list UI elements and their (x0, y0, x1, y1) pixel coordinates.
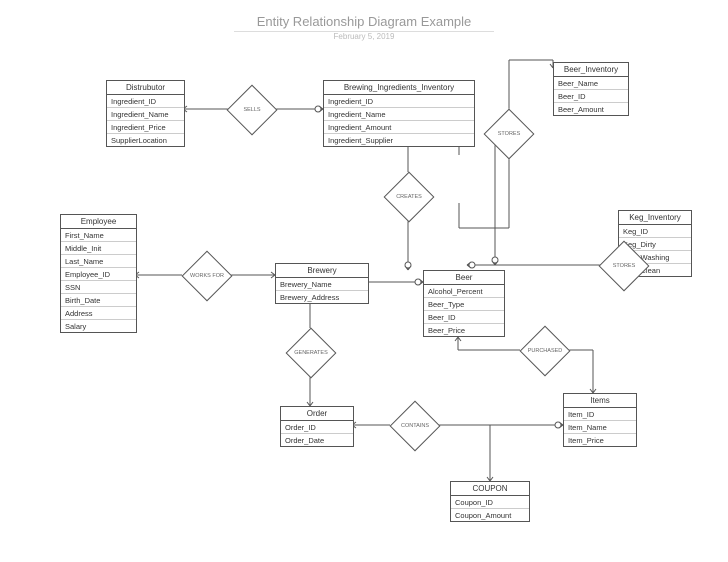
rel-label: STORES (613, 263, 636, 269)
rel-generates: GENERATES (286, 328, 337, 379)
entity-attr: Ingredient_Name (107, 108, 184, 121)
diagram-title: Entity Relationship Diagram Example (234, 14, 494, 32)
entity-attr: Salary (61, 320, 136, 332)
entity-attr: Item_Name (564, 421, 636, 434)
entity-attr: Beer_Type (424, 298, 504, 311)
entity-attr: SupplierLocation (107, 134, 184, 146)
entity-header: Items (564, 394, 636, 408)
entity-header: Order (281, 407, 353, 421)
entity-attr: Beer_ID (554, 90, 628, 103)
rel-label: CREATES (396, 194, 422, 200)
entity-attr: Beer_Amount (554, 103, 628, 115)
entity-attr: Beer_Name (554, 77, 628, 90)
entity-attr: Coupon_Amount (451, 509, 529, 521)
rel-stores-beer: STORES (484, 109, 535, 160)
entity-attr: First_Name (61, 229, 136, 242)
entity-attr: Employee_ID (61, 268, 136, 281)
rel-purchased: PURCHASED (520, 326, 571, 377)
rel-label: STORES (498, 131, 521, 137)
entity-attr: Beer_Price (424, 324, 504, 336)
rel-label: SELLS (243, 107, 260, 113)
entity-attr: Order_Date (281, 434, 353, 446)
entity-beer-inventory: Beer_Inventory Beer_Name Beer_ID Beer_Am… (553, 62, 629, 116)
rel-label: WORKS FOR (190, 273, 224, 279)
entity-items: Items Item_ID Item_Name Item_Price (563, 393, 637, 447)
rel-works-for: WORKS FOR (182, 251, 233, 302)
entity-attr: Alcohol_Percent (424, 285, 504, 298)
entity-header: Brewery (276, 264, 368, 278)
entity-attr: Item_ID (564, 408, 636, 421)
rel-sells: SELLS (227, 85, 278, 136)
entity-attr: SSN (61, 281, 136, 294)
entity-attr: Ingredient_Price (107, 121, 184, 134)
entity-order: Order Order_ID Order_Date (280, 406, 354, 447)
entity-header: Beer_Inventory (554, 63, 628, 77)
rel-label: CONTAINS (401, 423, 429, 429)
entity-coupon: COUPON Coupon_ID Coupon_Amount (450, 481, 530, 522)
entity-attr: Ingredient_ID (324, 95, 474, 108)
entity-attr: Beer_ID (424, 311, 504, 324)
entity-attr: Ingredient_ID (107, 95, 184, 108)
rel-label: GENERATES (294, 350, 328, 356)
entity-distributor: Distrubutor Ingredient_ID Ingredient_Nam… (106, 80, 185, 147)
entity-attr: Middle_Init (61, 242, 136, 255)
entity-attr: Brewery_Name (276, 278, 368, 291)
rel-label: PURCHASED (528, 348, 563, 354)
entity-header: Employee (61, 215, 136, 229)
entity-attr: Coupon_ID (451, 496, 529, 509)
rel-contains: CONTAINS (390, 401, 441, 452)
entity-attr: Last_Name (61, 255, 136, 268)
entity-attr: Ingredient_Amount (324, 121, 474, 134)
entity-beer: Beer Alcohol_Percent Beer_Type Beer_ID B… (423, 270, 505, 337)
rel-creates: CREATES (384, 172, 435, 223)
entity-attr: Keg_ID (619, 225, 691, 238)
entity-brewery: Brewery Brewery_Name Brewery_Address (275, 263, 369, 304)
entity-attr: Address (61, 307, 136, 320)
entity-attr: Order_ID (281, 421, 353, 434)
erd-canvas: Entity Relationship Diagram Example Febr… (0, 0, 728, 562)
entity-attr: Brewery_Address (276, 291, 368, 303)
entity-header: COUPON (451, 482, 529, 496)
entity-header: Brewing_Ingredients_Inventory (324, 81, 474, 95)
entity-header: Distrubutor (107, 81, 184, 95)
entity-employee: Employee First_Name Middle_Init Last_Nam… (60, 214, 137, 333)
entity-attr: Birth_Date (61, 294, 136, 307)
diagram-date: February 5, 2019 (334, 32, 395, 41)
entity-attr: Ingredient_Supplier (324, 134, 474, 146)
entity-attr: Ingredient_Name (324, 108, 474, 121)
entity-header: Beer (424, 271, 504, 285)
entity-brewing-inventory: Brewing_Ingredients_Inventory Ingredient… (323, 80, 475, 147)
entity-header: Keg_Inventory (619, 211, 691, 225)
entity-attr: Item_Price (564, 434, 636, 446)
